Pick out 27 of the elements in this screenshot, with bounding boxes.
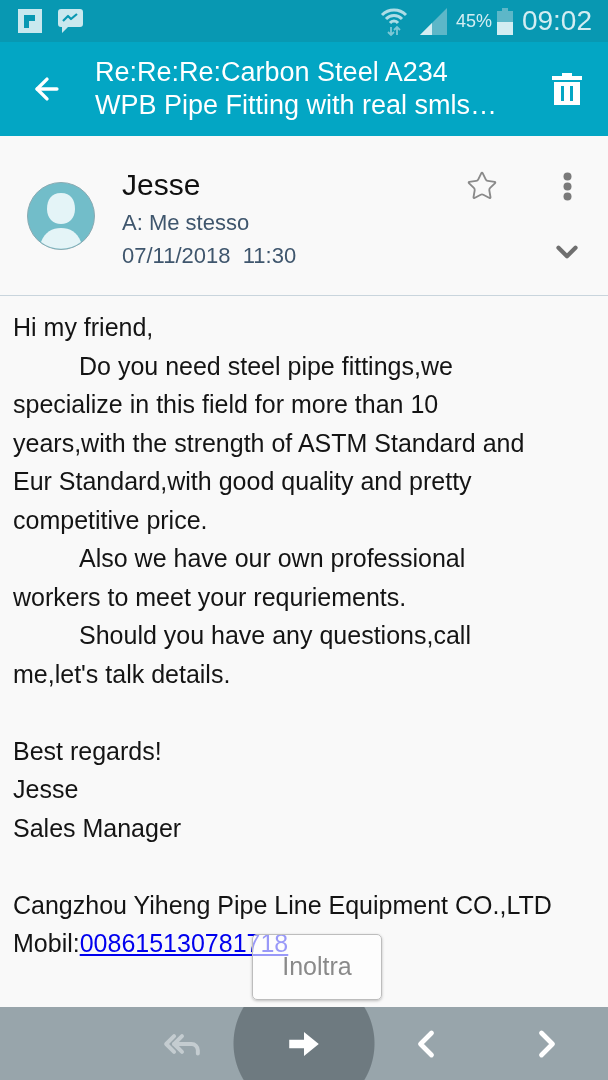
phone-label: Mobil: (13, 928, 80, 959)
battery-percentage: 45% (455, 9, 492, 33)
body-paragraph: Also we have our own professional workers to meet your requriements. (13, 543, 467, 613)
sender-name: Jesse (122, 167, 202, 203)
battery-icon (496, 7, 513, 35)
star-icon[interactable] (466, 170, 498, 202)
body-paragraph: Jesse (13, 774, 80, 805)
body-paragraph: Hi my friend, (13, 312, 155, 343)
message-date: 07/11/2018 11:30 (122, 242, 297, 270)
trash-icon[interactable] (552, 73, 582, 105)
recipient-line: A: Me stesso (122, 209, 251, 237)
body-paragraph: Sales Manager (13, 812, 183, 844)
arrow-right-icon (289, 1031, 319, 1056)
chat-bubble-icon (58, 9, 83, 33)
body-paragraph: Do you need steel pipe fittings,we specialize in this field for more than 10 years,with the strength of ASTM Standard and Eur Standard,with good quality and pretty competitive price. (13, 350, 526, 536)
menu-icon[interactable] (562, 171, 572, 201)
email-subject: Re:Re:Re:Carbon Steel A234 WPB Pipe Fitting with real smls… (95, 56, 498, 122)
body-paragraph: Cangzhou Yiheng Pipe Line Equipment CO.,LTD (13, 889, 553, 921)
body-paragraph: Should you have any questions,call me,let's talk details. (13, 620, 472, 690)
wifi-icon (379, 6, 408, 36)
signal-icon (419, 7, 447, 35)
avatar-icon (27, 182, 95, 250)
body-paragraph: Best regards! (13, 735, 163, 767)
forward-button[interactable] (233, 1007, 375, 1080)
app-notification-icon (18, 9, 42, 33)
phone-link[interactable]: 008615130781718 (79, 929, 289, 957)
clock-time: 09:02 (521, 4, 592, 38)
